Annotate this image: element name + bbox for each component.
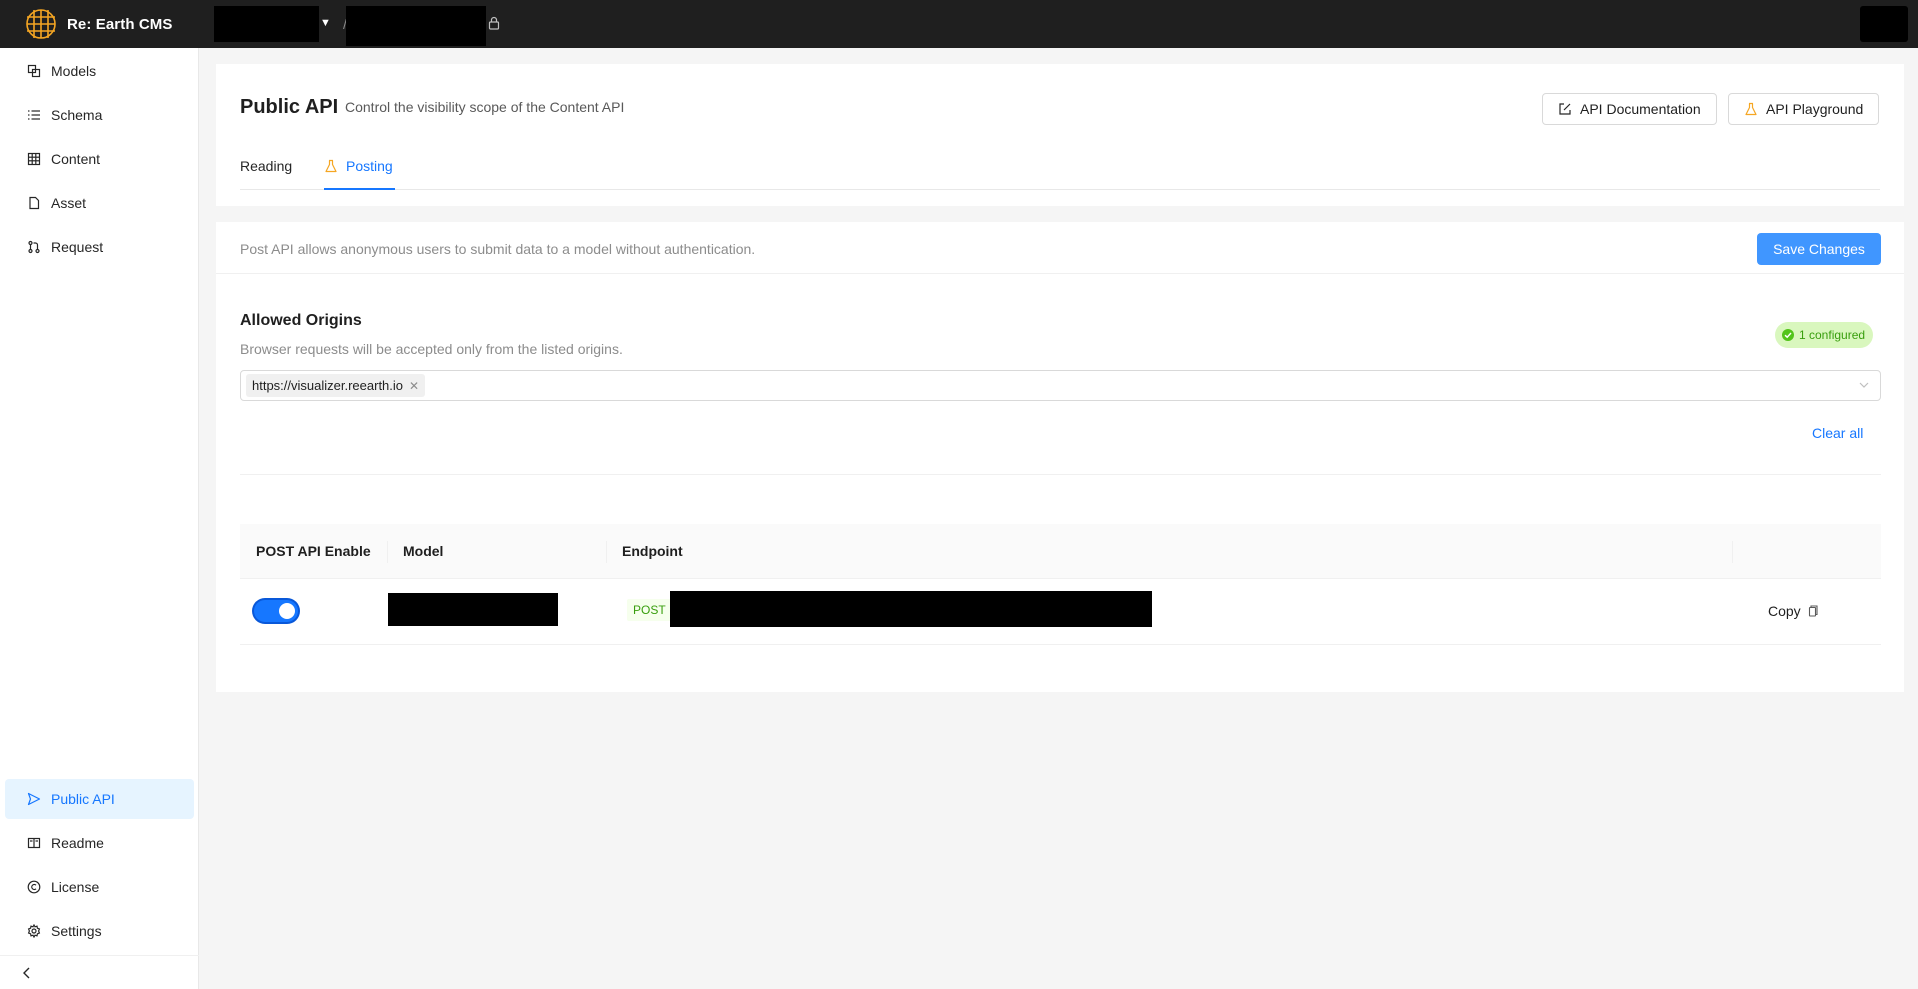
api-tabs: Reading Posting <box>240 146 1880 190</box>
configured-badge-label: 1 configured <box>1799 328 1866 342</box>
send-icon <box>27 792 41 806</box>
sidebar-item-label: Request <box>51 239 104 255</box>
column-header-enable: POST API Enable <box>256 543 371 559</box>
sidebar-item-models[interactable]: Models <box>5 51 194 91</box>
close-icon[interactable]: ✕ <box>409 379 419 393</box>
sidebar-item-label: License <box>51 879 100 895</box>
content-icon <box>27 152 41 166</box>
sidebar-item-label: Content <box>51 151 101 167</box>
tab-reading[interactable]: Reading <box>240 158 292 174</box>
chevron-down-icon[interactable] <box>1858 379 1870 391</box>
request-icon <box>27 240 41 254</box>
app-logo[interactable]: Re: Earth CMS <box>24 7 172 41</box>
page-subtitle: Control the visibility scope of the Cont… <box>345 99 625 115</box>
gear-icon <box>27 924 41 938</box>
reearth-logo-icon <box>26 9 56 39</box>
origin-tag-label: https://visualizer.reearth.io <box>252 378 404 393</box>
asset-icon <box>27 196 41 210</box>
clear-all-link[interactable]: Clear all <box>1812 425 1863 441</box>
collapse-sidebar-icon[interactable] <box>20 966 34 980</box>
table-header: POST API Enable Model Endpoint <box>240 524 1881 579</box>
column-separator <box>1732 541 1733 563</box>
sidebar-item-asset[interactable]: Asset <box>5 183 194 223</box>
api-documentation-button[interactable]: API Documentation <box>1542 93 1717 125</box>
sidebar-item-content[interactable]: Content <box>5 139 194 179</box>
column-separator <box>387 541 388 563</box>
page-header-card: Public API Control the visibility scope … <box>216 64 1904 206</box>
book-icon <box>27 836 41 850</box>
tab-posting[interactable]: Posting <box>324 158 393 174</box>
api-documentation-label: API Documentation <box>1580 101 1701 117</box>
sidebar-item-request[interactable]: Request <box>5 227 194 267</box>
sidebar: Models Schema Content Asset Request Publ… <box>0 48 199 989</box>
schema-icon <box>27 108 41 122</box>
section-divider <box>240 474 1881 475</box>
app-name: Re: Earth CMS <box>67 15 173 33</box>
configured-badge: 1 configured <box>1775 322 1874 348</box>
sidebar-item-schema[interactable]: Schema <box>5 95 194 135</box>
post-api-enable-toggle[interactable] <box>254 600 298 622</box>
caret-down-icon[interactable]: ▼ <box>320 17 332 29</box>
active-tab-indicator <box>324 188 395 190</box>
top-header: Re: Earth CMS ▼ / <box>0 0 1918 48</box>
model-name <box>388 593 558 626</box>
allowed-origins-subtitle: Browser requests will be accepted only f… <box>240 341 623 357</box>
sidebar-item-label: Readme <box>51 835 104 851</box>
models-icon <box>27 64 41 78</box>
user-avatar[interactable] <box>1860 6 1908 42</box>
flask-icon <box>324 159 338 173</box>
page-title: Public API <box>240 96 339 118</box>
project-selector[interactable] <box>346 6 486 46</box>
sidebar-item-public-api[interactable]: Public API <box>5 779 194 819</box>
origin-tag: https://visualizer.reearth.io ✕ <box>246 374 426 397</box>
flask-icon <box>1744 102 1758 116</box>
sidebar-item-license[interactable]: License <box>5 867 194 907</box>
copy-endpoint-button[interactable]: Copy <box>1768 603 1819 619</box>
sidebar-footer <box>0 955 199 989</box>
column-separator <box>606 541 607 563</box>
allowed-origins-select[interactable]: https://visualizer.reearth.io ✕ <box>240 370 1881 401</box>
posting-description: Post API allows anonymous users to submi… <box>240 241 756 257</box>
copyright-icon <box>27 880 41 894</box>
sidebar-item-label: Asset <box>51 195 87 211</box>
tab-label: Reading <box>240 158 293 174</box>
external-link-icon <box>1558 102 1572 116</box>
allowed-origins-title: Allowed Origins <box>240 312 362 329</box>
http-method-tag: POST <box>627 599 672 621</box>
sidebar-item-label: Settings <box>51 923 102 939</box>
api-playground-button[interactable]: API Playground <box>1728 93 1880 125</box>
sidebar-item-label: Models <box>51 63 97 79</box>
column-header-model: Model <box>403 543 444 559</box>
sidebar-item-label: Public API <box>51 791 115 807</box>
posting-settings-card: Post API allows anonymous users to submi… <box>216 222 1904 692</box>
posting-description-bar: Post API allows anonymous users to submi… <box>216 222 1904 274</box>
api-playground-label: API Playground <box>1766 101 1864 117</box>
copy-label: Copy <box>1768 603 1801 619</box>
table-row: POST Copy <box>240 579 1881 645</box>
lock-icon <box>488 16 500 30</box>
copy-icon <box>1805 604 1819 618</box>
column-header-endpoint: Endpoint <box>622 543 683 559</box>
sidebar-item-readme[interactable]: Readme <box>5 823 194 863</box>
endpoint-url <box>670 591 1152 627</box>
workspace-selector[interactable] <box>214 6 319 42</box>
sidebar-item-settings[interactable]: Settings <box>5 911 194 951</box>
toggle-knob <box>279 603 295 619</box>
save-changes-button[interactable]: Save Changes <box>1757 233 1881 265</box>
check-circle-icon <box>1781 328 1795 342</box>
tab-label: Posting <box>346 158 393 174</box>
sidebar-item-label: Schema <box>51 107 103 123</box>
